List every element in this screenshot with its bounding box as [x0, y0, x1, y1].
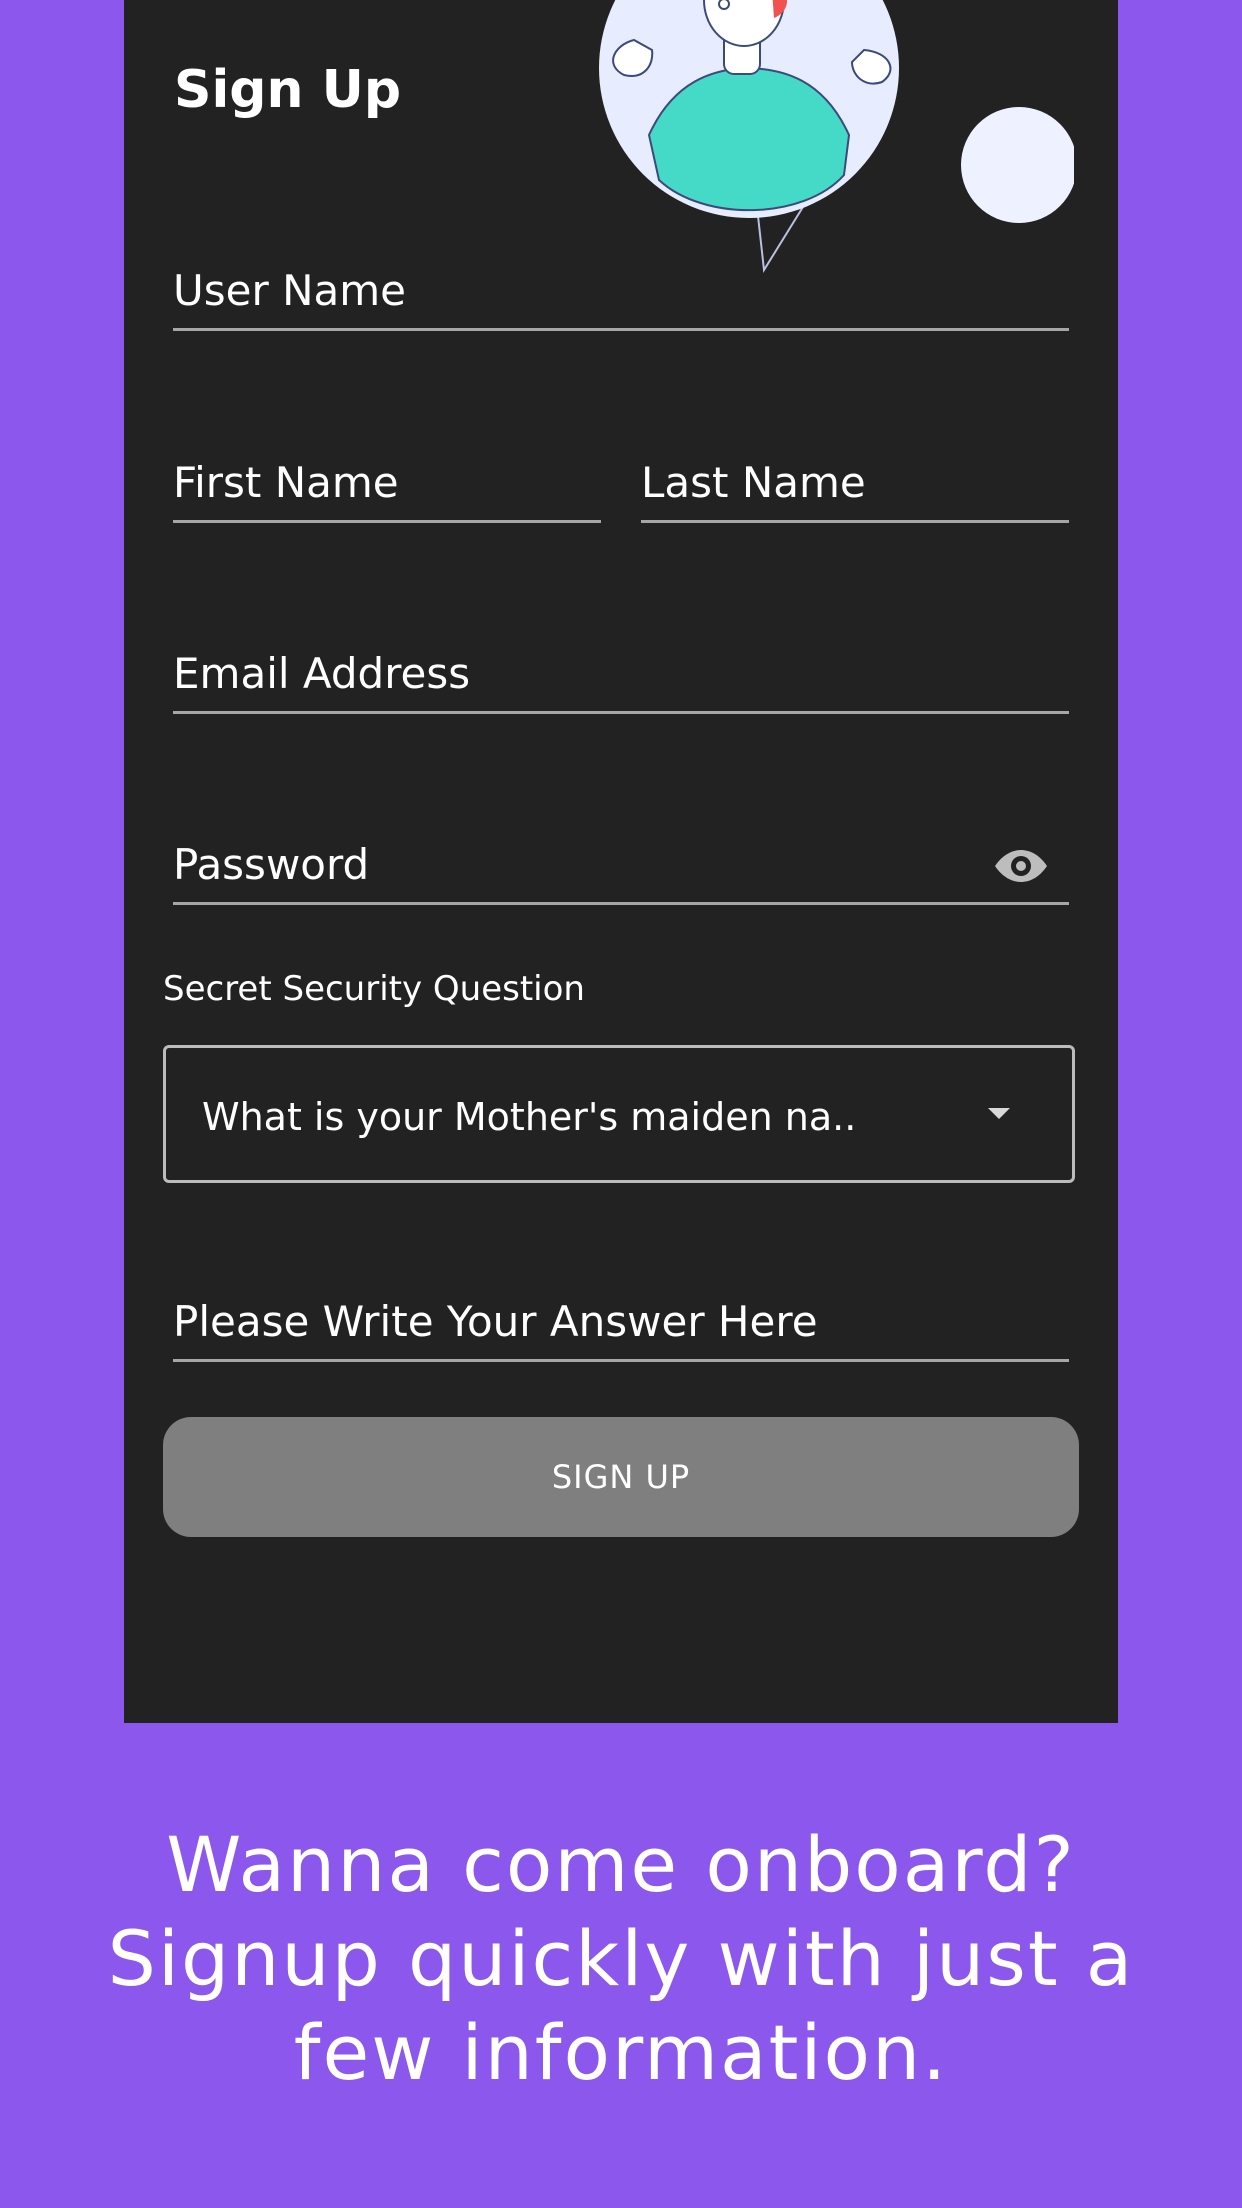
- security-question-label: Secret Security Question: [163, 969, 585, 1009]
- first-name-placeholder: First Name: [173, 458, 399, 507]
- eye-icon[interactable]: [993, 848, 1049, 884]
- security-answer-field[interactable]: Please Write Your Answer Here: [173, 1289, 1069, 1362]
- username-placeholder: User Name: [173, 266, 406, 315]
- last-name-placeholder: Last Name: [641, 458, 866, 507]
- signup-button[interactable]: SIGN UP: [163, 1417, 1079, 1537]
- username-field[interactable]: User Name: [173, 258, 1069, 331]
- first-name-field[interactable]: First Name: [173, 450, 601, 523]
- last-name-field[interactable]: Last Name: [641, 450, 1069, 523]
- person-illustration: [599, 0, 1074, 273]
- security-answer-placeholder: Please Write Your Answer Here: [173, 1297, 818, 1346]
- password-field[interactable]: Password: [173, 832, 1069, 905]
- caret-down-icon: [988, 1108, 1010, 1119]
- email-placeholder: Email Address: [173, 649, 471, 698]
- security-question-value: What is your Mother's maiden na..: [202, 1095, 857, 1139]
- page-title: Sign Up: [174, 60, 402, 120]
- security-question-select[interactable]: What is your Mother's maiden na..: [163, 1045, 1075, 1183]
- password-placeholder: Password: [173, 840, 370, 889]
- email-field[interactable]: Email Address: [173, 641, 1069, 714]
- tagline: Wanna come onboard? Signup quickly with …: [107, 1820, 1135, 2097]
- signup-screen: Sign Up User Name First Name Last Name E…: [124, 0, 1118, 1723]
